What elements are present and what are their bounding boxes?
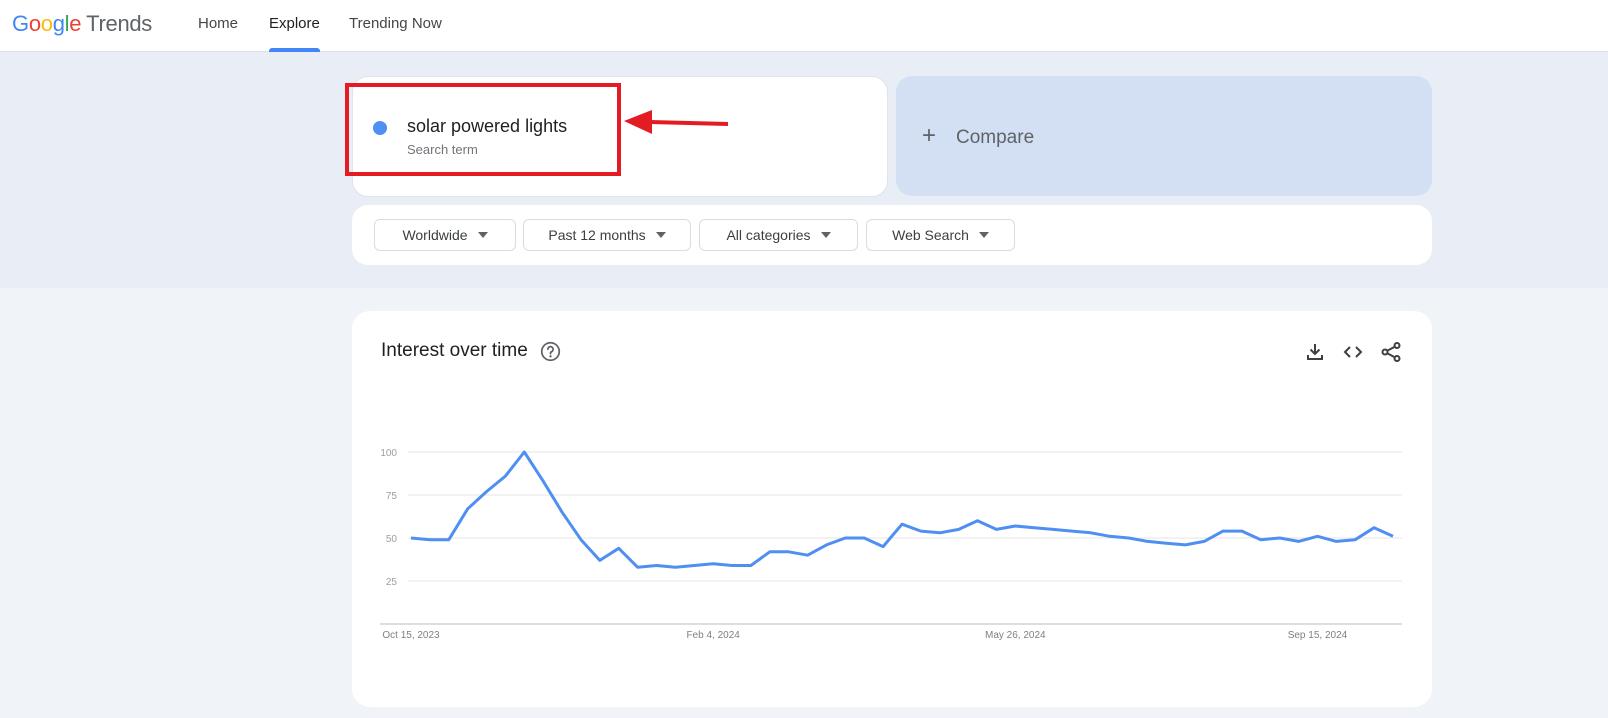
interest-line-chart: 25 50 75 100 Oct 15, 2023 Feb 4, 2024 May 26, … (380, 448, 1402, 641)
y-tick-label: 25 (386, 577, 398, 588)
y-tick-label: 100 (380, 448, 397, 459)
x-tick-label: May 26, 2024 (985, 630, 1046, 641)
series-line (410, 450, 1394, 569)
y-tick-label: 50 (386, 534, 398, 545)
y-tick-label: 75 (386, 491, 398, 502)
x-tick-label: Sep 15, 2024 (1288, 630, 1348, 641)
x-tick-label: Oct 15, 2023 (382, 630, 440, 641)
x-tick-label: Feb 4, 2024 (686, 630, 740, 641)
